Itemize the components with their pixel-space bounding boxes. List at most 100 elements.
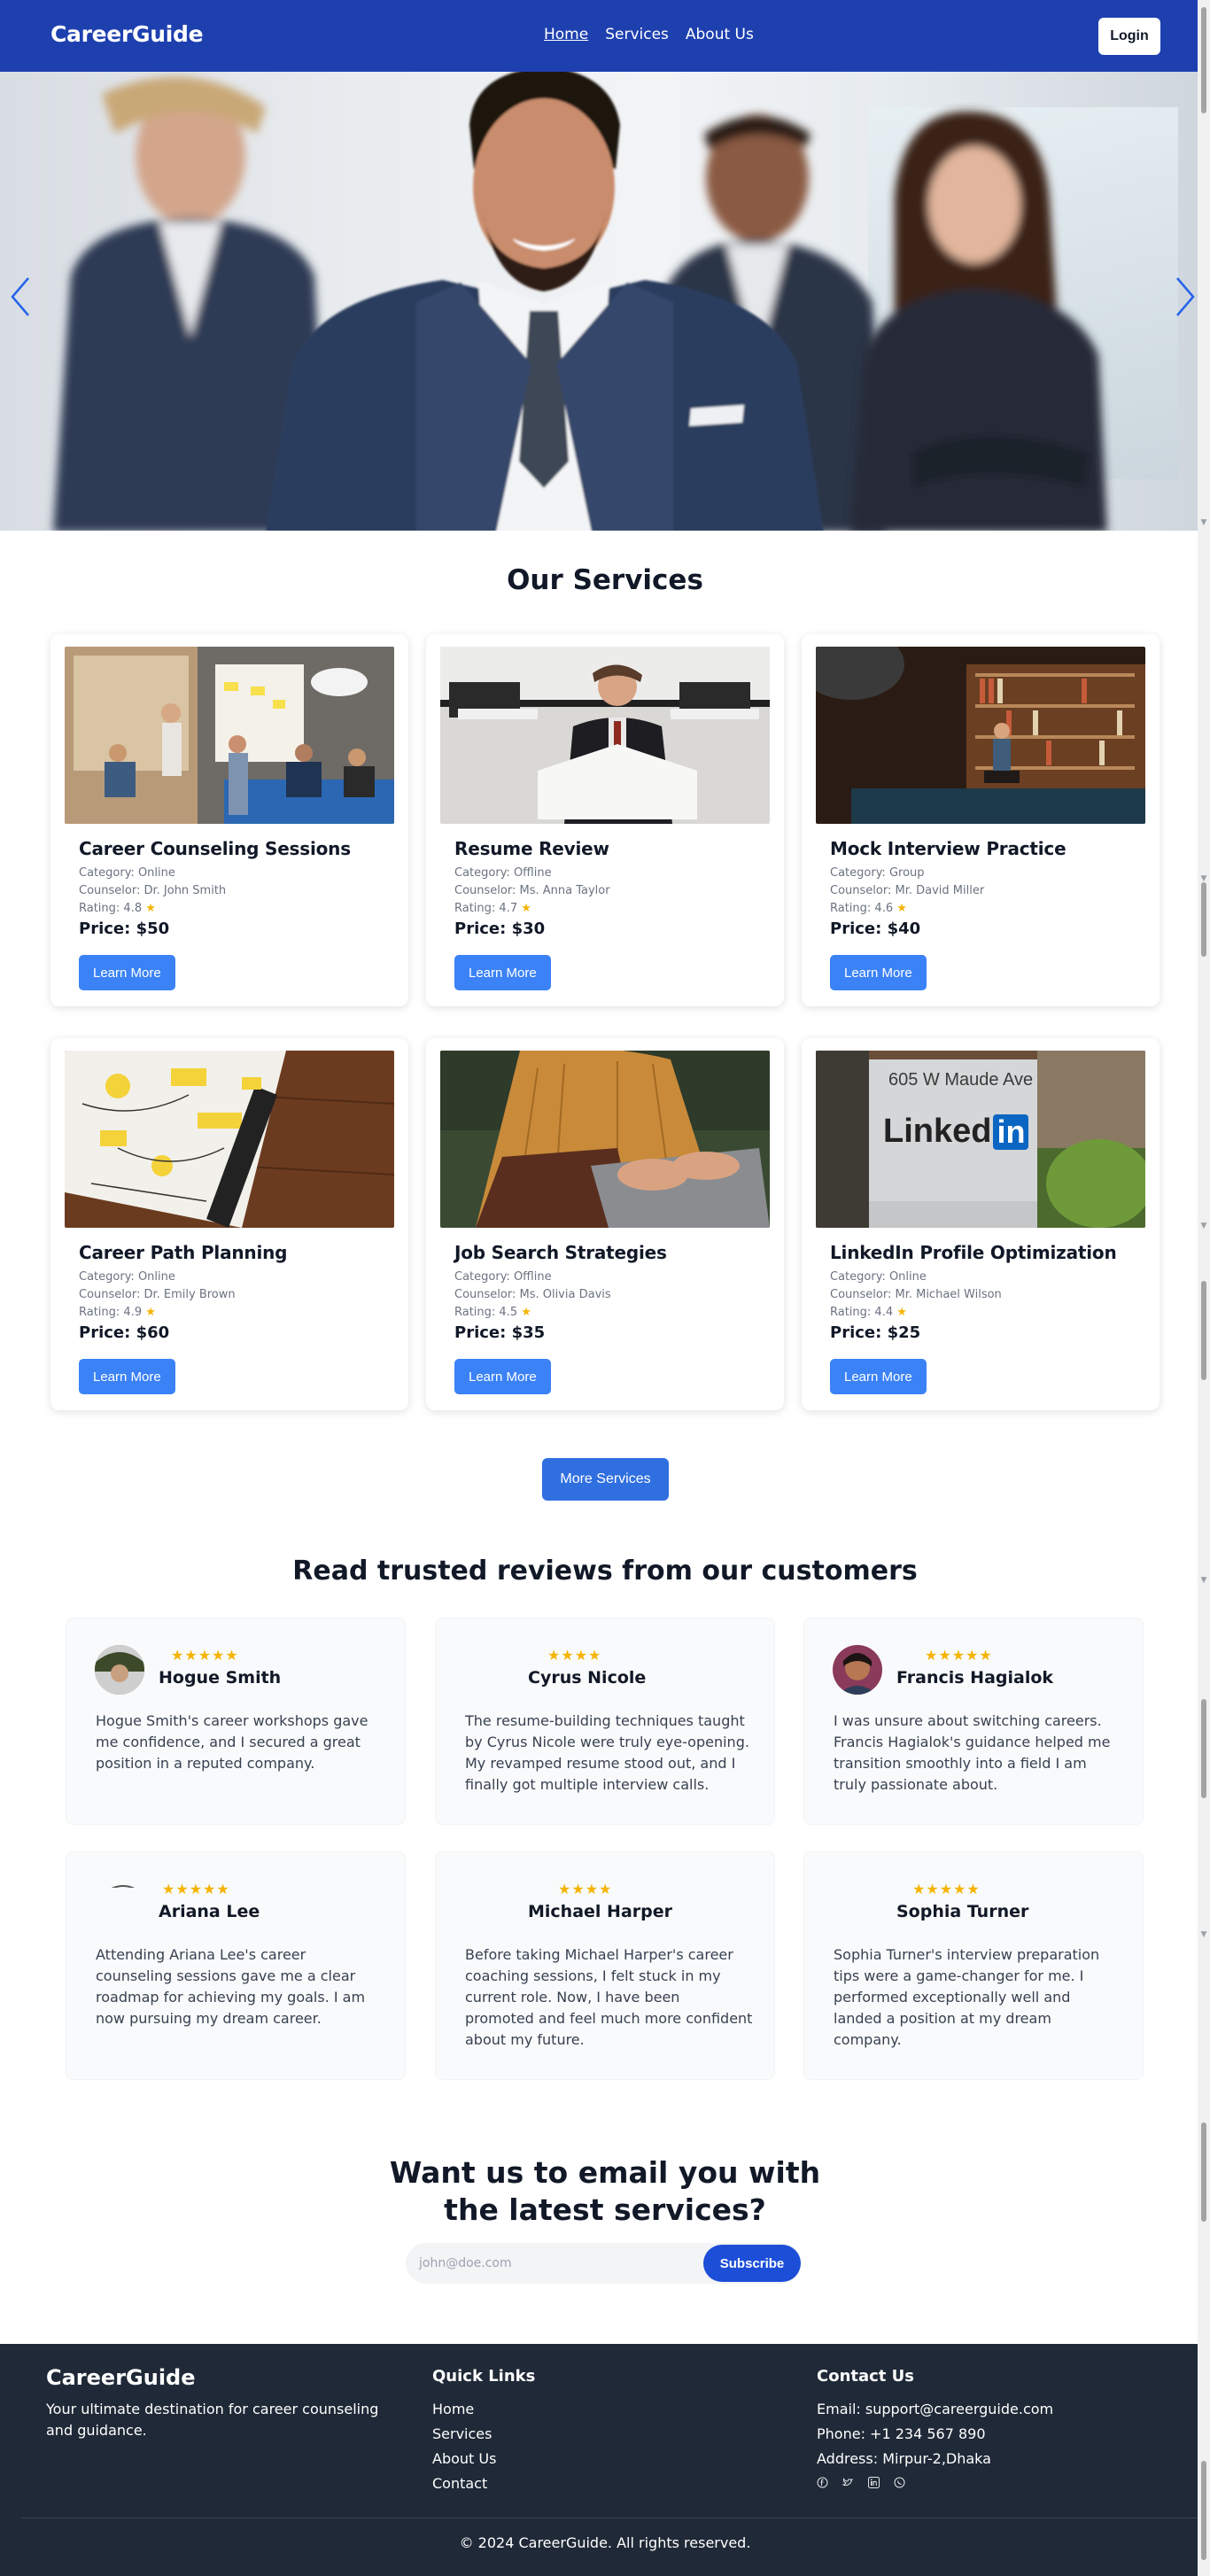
footer-brand: CareerGuide xyxy=(46,2365,196,2390)
chevron-right-icon xyxy=(1176,277,1195,316)
review-text: Before taking Michael Harper's career co… xyxy=(465,1946,753,2048)
page-scrollbar[interactable]: ▼ ▼ ▼ ▼ ▼ xyxy=(1198,0,1210,2576)
nav-link-services[interactable]: Services xyxy=(605,26,669,43)
service-counselor: Counselor: Ms. Anna Taylor xyxy=(454,884,610,897)
whatsapp-icon[interactable] xyxy=(894,2477,905,2488)
learn-more-button[interactable]: Learn More xyxy=(830,955,927,990)
scrollbar-thumb[interactable] xyxy=(1201,2461,1206,2560)
service-price: Price: $25 xyxy=(830,1323,921,1342)
star-icon: ★ xyxy=(896,1306,907,1319)
twitter-icon[interactable] xyxy=(842,2477,854,2488)
service-rating-row: Rating: 4.9 ★ xyxy=(79,1306,156,1319)
avatar xyxy=(833,1645,882,1695)
learn-more-button[interactable]: Learn More xyxy=(79,1359,175,1394)
nav-link-home[interactable]: Home xyxy=(544,26,588,43)
subscribe-form: john@doe.com Subscribe xyxy=(406,2243,801,2284)
service-title: Mock Interview Practice xyxy=(830,838,1067,859)
service-image-job-search xyxy=(440,1051,770,1228)
service-category: Category: Online xyxy=(79,866,175,880)
contact-info: Email: support@careerguide.com Phone: +1… xyxy=(817,2397,1053,2471)
scrollbar-thumb[interactable] xyxy=(1201,1281,1206,1380)
footer-link-contact[interactable]: Contact xyxy=(432,2471,496,2496)
service-category: Category: Offline xyxy=(454,1270,552,1284)
service-title: Career Counseling Sessions xyxy=(79,838,351,859)
review-card: ★★★★ Cyrus Nicole The resume-building te… xyxy=(435,1618,775,1825)
scrollbar-thumb[interactable] xyxy=(1201,2122,1206,2222)
reviews-title: Read trusted reviews from our customers xyxy=(292,1556,918,1587)
rating-stars: ★★★★★ xyxy=(912,1881,981,1897)
reviewer-name: Francis Hagialok xyxy=(896,1668,1054,1688)
brand-logo[interactable]: CareerGuide xyxy=(50,21,204,47)
resume-photo xyxy=(440,647,770,824)
scroll-down-arrow-icon[interactable]: ▼ xyxy=(1199,1222,1208,1230)
star-icon: ★ xyxy=(521,1306,531,1319)
contact-email: Email: support@careerguide.com xyxy=(817,2401,1054,2417)
service-category: Category: Online xyxy=(830,1270,927,1284)
review-card: ★★★★★ Ariana Lee Attending Ariana Lee's … xyxy=(66,1851,406,2080)
footer-link-about[interactable]: About Us xyxy=(432,2447,496,2471)
service-card: Mock Interview Practice Category: Group … xyxy=(802,634,1160,1006)
learn-more-button[interactable]: Learn More xyxy=(454,1359,551,1394)
service-rating: Rating: 4.4 xyxy=(830,1306,894,1319)
service-price: Price: $40 xyxy=(830,919,921,938)
rating-stars: ★★★★ xyxy=(558,1881,613,1897)
facebook-icon[interactable] xyxy=(817,2477,828,2488)
service-rating: Rating: 4.9 xyxy=(79,1306,143,1319)
service-rating: Rating: 4.7 xyxy=(454,902,518,915)
service-card: Job Search Strategies Category: Offline … xyxy=(426,1038,784,1410)
subscribe-title-line-1: Want us to email you with xyxy=(389,2155,821,2190)
scrollbar-thumb[interactable] xyxy=(1201,1699,1206,1798)
service-card: Career Path Planning Category: Online Co… xyxy=(50,1038,408,1410)
scroll-down-arrow-icon[interactable]: ▼ xyxy=(1199,519,1208,527)
subscribe-button[interactable]: Subscribe xyxy=(703,2245,801,2282)
learn-more-button[interactable]: Learn More xyxy=(454,955,551,990)
review-card: ★★★★ Michael Harper Before taking Michae… xyxy=(435,1851,775,2080)
footer-link-home[interactable]: Home xyxy=(432,2397,496,2422)
service-card: Resume Review Category: Offline Counselo… xyxy=(426,634,784,1006)
service-rating-row: Rating: 4.8 ★ xyxy=(79,902,156,915)
scroll-down-arrow-icon[interactable]: ▼ xyxy=(1199,1931,1208,1939)
review-text: I was unsure about switching careers. Fr… xyxy=(834,1712,1111,1793)
nav-link-about[interactable]: About Us xyxy=(686,26,754,43)
service-rating-row: Rating: 4.7 ★ xyxy=(454,902,531,915)
interview-photo xyxy=(816,647,1145,824)
email-input[interactable]: john@doe.com xyxy=(419,2243,685,2284)
service-counselor: Counselor: Mr. David Miller xyxy=(830,884,985,897)
scrollbar-thumb[interactable] xyxy=(1201,7,1206,113)
carousel-next-button[interactable] xyxy=(1174,275,1197,326)
rating-stars: ★★★★★ xyxy=(162,1881,230,1897)
quick-links: Home Services About Us Contact xyxy=(432,2397,496,2496)
linkedin-logo: Linked in xyxy=(883,1113,1029,1151)
review-text: Sophia Turner's interview preparation ti… xyxy=(834,1946,1100,2048)
scroll-down-arrow-icon[interactable]: ▼ xyxy=(1199,875,1208,883)
subscribe-title-line-2: the latest services? xyxy=(444,2192,766,2227)
linkedin-icon[interactable] xyxy=(868,2477,880,2488)
learn-more-button[interactable]: Learn More xyxy=(830,1359,927,1394)
service-rating: Rating: 4.6 xyxy=(830,902,894,915)
star-icon: ★ xyxy=(145,1306,156,1319)
review-text: Hogue Smith's career workshops gave me c… xyxy=(96,1712,368,1772)
more-services-button[interactable]: More Services xyxy=(542,1458,669,1501)
star-icon: ★ xyxy=(145,902,156,915)
scrollbar-thumb[interactable] xyxy=(1201,882,1206,957)
hero-carousel xyxy=(0,72,1198,531)
service-image-counseling xyxy=(65,647,394,824)
hero-image xyxy=(53,72,1107,531)
service-price: Price: $30 xyxy=(454,919,546,938)
reviewer-name: Michael Harper xyxy=(528,1902,672,1921)
login-button[interactable]: Login xyxy=(1098,18,1160,55)
service-title: Career Path Planning xyxy=(79,1242,288,1263)
learn-more-button[interactable]: Learn More xyxy=(79,955,175,990)
rating-stars: ★★★★ xyxy=(547,1647,602,1664)
service-counselor: Counselor: Ms. Olivia Davis xyxy=(454,1288,611,1301)
review-text: Attending Ariana Lee's career counseling… xyxy=(96,1946,366,2027)
review-card: ★★★★★ Francis Hagialok I was unsure abou… xyxy=(803,1618,1144,1825)
rating-stars: ★★★★★ xyxy=(925,1647,993,1664)
reviewer-name: Cyrus Nicole xyxy=(528,1668,647,1688)
footer-link-services[interactable]: Services xyxy=(432,2422,496,2447)
social-links xyxy=(817,2477,905,2488)
carousel-prev-button[interactable] xyxy=(9,275,32,326)
service-category: Category: Online xyxy=(79,1270,175,1284)
service-rating: Rating: 4.8 xyxy=(79,902,143,915)
scroll-down-arrow-icon[interactable]: ▼ xyxy=(1199,1577,1208,1585)
